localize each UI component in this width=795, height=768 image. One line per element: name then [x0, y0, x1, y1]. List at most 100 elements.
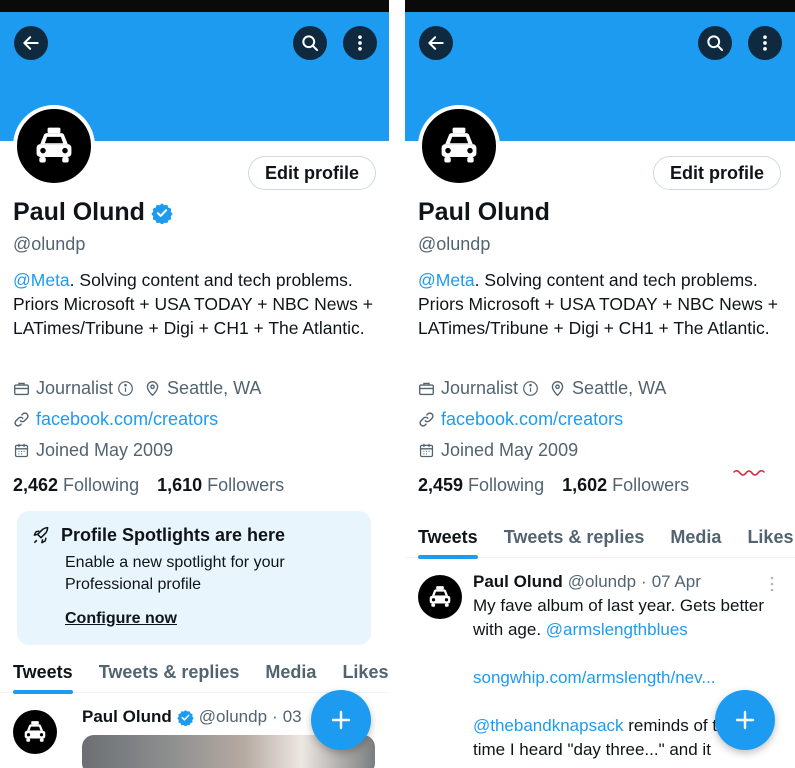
website-link[interactable]: facebook.com/creators — [36, 409, 218, 430]
back-button[interactable] — [419, 26, 453, 60]
tweet-separator: · — [272, 707, 278, 726]
profile-bio: @Meta. Solving content and tech problems… — [418, 268, 790, 340]
following-label: Following — [468, 475, 545, 495]
link-icon — [418, 411, 435, 428]
plus-icon — [331, 710, 351, 730]
briefcase-icon — [418, 380, 435, 397]
profile-panel-right: Edit profile Paul Olund @olundp @Meta. S… — [405, 0, 795, 768]
profile-meta-row: Journalist Seattle, WA — [418, 378, 666, 399]
spotlight-title-text: Profile Spotlights are here — [61, 525, 286, 545]
tab-likes[interactable]: Likes — [734, 516, 795, 558]
taxi-icon — [36, 127, 72, 163]
tweet-date: 07 Apr — [651, 572, 701, 591]
tweet-header: Paul Olund @olundp · 07 Apr — [473, 572, 701, 592]
profile-avatar[interactable] — [418, 105, 500, 187]
joined-row: Joined May 2009 — [418, 440, 578, 461]
joined-date: Joined May 2009 — [441, 440, 579, 460]
rocket-icon — [33, 526, 49, 543]
profile-panel-left: Edit profile Paul Olund @olundp @Meta. S… — [0, 0, 389, 768]
verified-badge-icon — [151, 202, 173, 224]
more-vertical-icon — [763, 35, 767, 51]
search-button[interactable] — [293, 26, 327, 60]
followers-stat[interactable]: 1,610 Followers — [157, 475, 284, 496]
profile-name-text: Paul Olund — [13, 198, 145, 226]
following-label: Following — [63, 475, 140, 495]
configure-now-link[interactable]: Configure now — [65, 610, 357, 628]
website-row: facebook.com/creators — [13, 409, 218, 430]
tweet-mention-link[interactable]: @armslengthblues — [546, 620, 688, 639]
followers-label: Followers — [207, 475, 285, 495]
profile-avatar[interactable] — [13, 105, 95, 187]
tweet-more-icon[interactable] — [767, 575, 777, 593]
tweet-url-link[interactable]: songwhip.com/armslength/nev... — [473, 668, 716, 687]
panel-divider — [389, 0, 405, 768]
tab-likes[interactable]: Likes — [329, 651, 389, 693]
tweet-avatar[interactable] — [13, 710, 57, 754]
tweet-mention-link-2[interactable]: @thebandknapsack — [473, 716, 624, 735]
tweet-header: Paul Olund @olundp · 03 — [82, 707, 302, 727]
profession-category: Journalist — [441, 378, 519, 398]
edit-profile-button[interactable]: Edit profile — [248, 156, 376, 190]
taxi-icon — [429, 586, 451, 607]
joined-date: Joined May 2009 — [36, 440, 174, 460]
more-options-button[interactable] — [748, 26, 782, 60]
red-pen-mark — [733, 469, 765, 476]
status-bar — [0, 0, 389, 12]
followers-stat[interactable]: 1,602 Followers — [562, 475, 689, 496]
tweet-avatar[interactable] — [418, 575, 462, 619]
tweet-author-name[interactable]: Paul Olund — [82, 707, 172, 727]
compose-tweet-button[interactable] — [715, 690, 775, 750]
search-button[interactable] — [698, 26, 732, 60]
following-count: 2,462 — [13, 475, 59, 495]
tab-tweets[interactable]: Tweets — [405, 516, 491, 559]
status-bar — [405, 0, 795, 12]
location-pin-icon — [549, 380, 566, 397]
tweet-author-name[interactable]: Paul Olund — [473, 572, 563, 592]
bio-mention-link[interactable]: @Meta — [418, 270, 475, 290]
following-stat[interactable]: 2,462 Following — [13, 475, 139, 496]
spotlight-title: Profile Spotlights are here — [31, 525, 357, 546]
back-button[interactable] — [14, 26, 48, 60]
profile-tabs: Tweets Tweets & replies Media Likes — [0, 651, 389, 694]
plus-icon — [735, 710, 755, 730]
back-arrow-icon — [23, 36, 39, 50]
link-icon — [13, 411, 30, 428]
tab-tweets-replies[interactable]: Tweets & replies — [86, 651, 253, 693]
edit-profile-button[interactable]: Edit profile — [653, 156, 781, 190]
info-icon[interactable] — [522, 380, 539, 397]
follow-stats: 2,462 Following 1,610 Followers — [13, 475, 284, 496]
tweet-date: 03 — [282, 707, 302, 726]
location-pin-icon — [144, 380, 161, 397]
info-icon[interactable] — [117, 380, 134, 397]
profession-category: Journalist — [36, 378, 114, 398]
compose-tweet-button[interactable] — [311, 690, 371, 750]
location-text: Seattle, WA — [572, 378, 667, 398]
tweet-separator: · — [641, 572, 647, 591]
joined-row: Joined May 2009 — [13, 440, 173, 461]
following-stat[interactable]: 2,459 Following — [418, 475, 544, 496]
tab-tweets-replies[interactable]: Tweets & replies — [491, 516, 658, 558]
tab-media[interactable]: Media — [252, 651, 329, 693]
website-link[interactable]: facebook.com/creators — [441, 409, 623, 430]
location-text: Seattle, WA — [167, 378, 262, 398]
tweet-author-handle: @olundp — [198, 707, 268, 726]
more-options-button[interactable] — [343, 26, 377, 60]
calendar-icon — [418, 442, 435, 459]
profile-spotlight-card: Profile Spotlights are here Enable a new… — [17, 511, 371, 645]
tab-media[interactable]: Media — [657, 516, 734, 558]
followers-count: 1,602 — [562, 475, 608, 495]
search-icon — [707, 35, 724, 52]
tab-tweets[interactable]: Tweets — [0, 651, 86, 694]
search-icon — [302, 35, 319, 52]
briefcase-icon — [13, 380, 30, 397]
profile-tabs: Tweets Tweets & replies Media Likes — [405, 516, 795, 559]
bio-mention-link[interactable]: @Meta — [13, 270, 70, 290]
profile-name: Paul Olund — [418, 198, 550, 227]
screenshot-comparison: Edit profile Paul Olund @olundp @Meta. S… — [0, 0, 795, 768]
profile-handle: @olundp — [418, 234, 491, 254]
profile-bio: @Meta. Solving content and tech problems… — [13, 268, 385, 340]
profile-name-text: Paul Olund — [418, 198, 550, 226]
taxi-icon — [24, 721, 46, 742]
more-vertical-icon — [358, 35, 362, 51]
profile-meta-row: Journalist Seattle, WA — [13, 378, 261, 399]
